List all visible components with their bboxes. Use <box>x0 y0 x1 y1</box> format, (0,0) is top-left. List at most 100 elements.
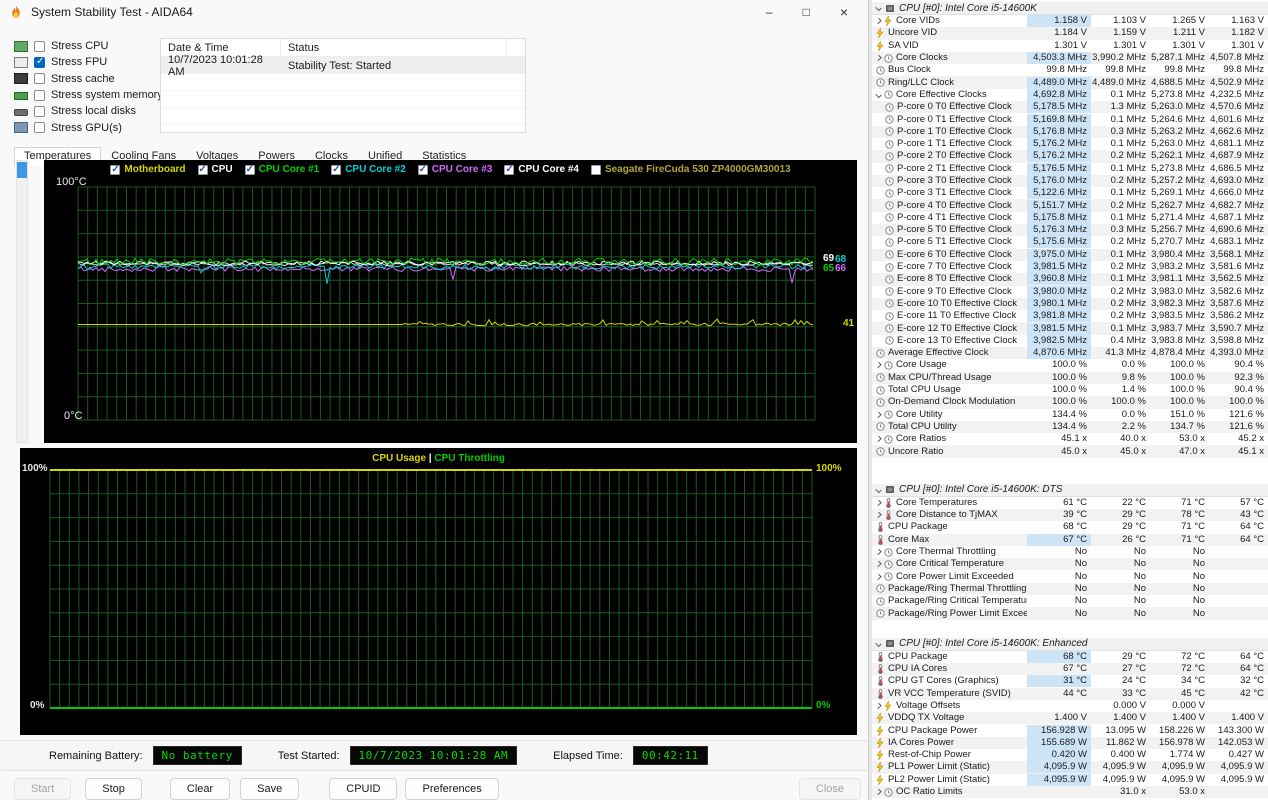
sensor-row[interactable]: Core Utility134.4 %0.0 %151.0 %121.6 % <box>872 409 1268 421</box>
chart-scale-slider[interactable] <box>16 160 28 443</box>
close-button[interactable]: × <box>840 5 848 19</box>
sensor-row[interactable]: P-core 4 T1 Effective Clock5,175.8 MHz0.… <box>872 212 1268 224</box>
stress-checkbox[interactable] <box>34 41 45 52</box>
sensor-row[interactable]: Total CPU Usage100.0 %1.4 %100.0 %90.4 % <box>872 384 1268 396</box>
sensor-row[interactable]: Core Thermal ThrottlingNoNoNo <box>872 546 1268 558</box>
sensor-row[interactable]: E-core 10 T0 Effective Clock3,980.1 MHz0… <box>872 298 1268 310</box>
sensor-row[interactable]: Voltage Offsets0.000 V0.000 V <box>872 700 1268 712</box>
cpuid-button[interactable]: CPUID <box>329 778 397 800</box>
sensor-row[interactable]: Core Power Limit ExceededNoNoNo <box>872 570 1268 582</box>
sensor-row[interactable]: P-core 0 T0 Effective Clock5,178.5 MHz1.… <box>872 101 1268 113</box>
maximize-button[interactable]: □ <box>803 5 810 19</box>
sensor-row[interactable]: Core Temperatures61 °C22 °C71 °C57 °C <box>872 497 1268 509</box>
legend-checkbox[interactable] <box>245 165 255 175</box>
sensor-row[interactable]: Core VIDs1.158 V1.103 V1.265 V1.163 V <box>872 15 1268 27</box>
sensor-row[interactable]: P-core 1 T1 Effective Clock5,176.2 MHz0.… <box>872 138 1268 150</box>
sensor-row[interactable]: Core Usage100.0 %0.0 %100.0 %90.4 % <box>872 359 1268 371</box>
legend-item[interactable]: CPU Core #3 <box>418 164 493 175</box>
sensor-section-header[interactable]: CPU [#0]: Intel Core i5-14600K <box>872 2 1268 15</box>
sensor-row[interactable]: Core Max67 °C26 °C71 °C64 °C <box>872 534 1268 546</box>
chevron-down-icon[interactable] <box>875 5 881 11</box>
sensor-row[interactable]: P-core 5 T0 Effective Clock5,176.3 MHz0.… <box>872 224 1268 236</box>
legend-checkbox[interactable] <box>591 165 601 175</box>
sensor-row[interactable]: Uncore Ratio45.0 x45.0 x47.0 x45.1 x <box>872 445 1268 457</box>
titlebar[interactable]: System Stability Test - AIDA64 – □ × <box>0 0 868 20</box>
sensor-row[interactable]: P-core 3 T1 Effective Clock5,122.6 MHz0.… <box>872 187 1268 199</box>
sensor-row[interactable]: E-core 8 T0 Effective Clock3,960.8 MHz0.… <box>872 273 1268 285</box>
sensor-row[interactable]: E-core 9 T0 Effective Clock3,980.0 MHz0.… <box>872 286 1268 298</box>
sensor-row[interactable]: Bus Clock99.8 MHz99.8 MHz99.8 MHz99.8 MH… <box>872 64 1268 76</box>
legend-item[interactable]: CPU Core #4 <box>504 164 579 175</box>
sensor-row[interactable]: Package/Ring Critical TemperatureNoNoNo <box>872 595 1268 607</box>
chevron-right-icon[interactable] <box>875 500 881 506</box>
sensor-row[interactable]: OC Ratio Limits31.0 x53.0 x <box>872 786 1268 798</box>
legend-checkbox[interactable] <box>110 165 120 175</box>
save-button[interactable]: Save <box>240 778 299 800</box>
sensor-row[interactable]: Core Ratios45.1 x40.0 x53.0 x45.2 x <box>872 433 1268 445</box>
chevron-right-icon[interactable] <box>875 703 881 709</box>
sensor-row[interactable]: E-core 11 T0 Effective Clock3,981.8 MHz0… <box>872 310 1268 322</box>
stress-option-gpu[interactable]: Stress GPU(s) <box>14 119 146 135</box>
sensor-row[interactable]: Core Critical TemperatureNoNoNo <box>872 558 1268 570</box>
chevron-down-icon[interactable] <box>875 92 881 98</box>
sensor-row[interactable]: P-core 5 T1 Effective Clock5,175.6 MHz0.… <box>872 236 1268 248</box>
chevron-right-icon[interactable] <box>875 411 881 417</box>
legend-checkbox[interactable] <box>504 165 514 175</box>
sensor-row[interactable]: P-core 2 T1 Effective Clock5,176.5 MHz0.… <box>872 163 1268 175</box>
minimize-button[interactable]: – <box>766 5 773 19</box>
sensor-row[interactable]: E-core 7 T0 Effective Clock3,981.5 MHz0.… <box>872 261 1268 273</box>
log-row[interactable]: 10/7/2023 10:01:28 AM Stability Test: St… <box>161 57 525 74</box>
legend-item[interactable]: Motherboard <box>110 164 185 175</box>
stress-checkbox[interactable] <box>34 122 45 133</box>
sensor-row[interactable]: P-core 2 T0 Effective Clock5,176.2 MHz0.… <box>872 150 1268 162</box>
sensor-row[interactable]: P-core 3 T0 Effective Clock5,176.0 MHz0.… <box>872 175 1268 187</box>
sensor-row[interactable]: P-core 0 T1 Effective Clock5,169.8 MHz0.… <box>872 113 1268 125</box>
stop-button[interactable]: Stop <box>85 778 142 800</box>
sensor-row[interactable]: CPU GT Cores (Graphics)31 °C24 °C34 °C32… <box>872 675 1268 687</box>
sensor-row[interactable]: VR VCC Temperature (SVID)44 °C33 °C45 °C… <box>872 688 1268 700</box>
chevron-right-icon[interactable] <box>875 436 881 442</box>
legend-item[interactable]: CPU Core #2 <box>331 164 406 175</box>
stress-option-cpu[interactable]: Stress CPU <box>14 38 146 54</box>
chevron-right-icon[interactable] <box>875 573 881 579</box>
sensor-row[interactable]: Total CPU Utility134.4 %2.2 %134.7 %121.… <box>872 421 1268 433</box>
sensor-row[interactable]: E-core 6 T0 Effective Clock3,975.0 MHz0.… <box>872 249 1268 261</box>
sensor-row[interactable]: Ring/LLC Clock4,489.0 MHz4,489.0 MHz4,68… <box>872 76 1268 88</box>
legend-item[interactable]: CPU Core #1 <box>245 164 320 175</box>
chevron-right-icon[interactable] <box>875 549 881 555</box>
chart-scale-slider-thumb[interactable] <box>17 162 27 178</box>
clear-button[interactable]: Clear <box>170 778 230 800</box>
sensor-row[interactable]: VDDQ TX Voltage1.400 V1.400 V1.400 V1.40… <box>872 712 1268 724</box>
preferences-button[interactable]: Preferences <box>405 778 498 800</box>
sensor-row[interactable]: CPU IA Cores67 °C27 °C72 °C64 °C <box>872 663 1268 675</box>
sensor-row[interactable]: PL1 Power Limit (Static)4,095.9 W4,095.9… <box>872 761 1268 773</box>
sensor-row[interactable]: Max CPU/Thread Usage100.0 %9.8 %100.0 %9… <box>872 372 1268 384</box>
legend-checkbox[interactable] <box>198 165 208 175</box>
sensor-row[interactable]: P-core 4 T0 Effective Clock5,151.7 MHz0.… <box>872 199 1268 211</box>
stress-option-cache[interactable]: Stress cache <box>14 71 146 87</box>
chevron-right-icon[interactable] <box>875 789 881 795</box>
sensor-section-header[interactable]: CPU [#0]: Intel Core i5-14600K: DTS <box>872 484 1268 497</box>
chevron-right-icon[interactable] <box>875 561 881 567</box>
legend-item[interactable]: Seagate FireCuda 530 ZP4000GM30013 <box>591 164 791 175</box>
sensor-row[interactable]: PL2 Power Limit (Static)4,095.9 W4,095.9… <box>872 774 1268 786</box>
chevron-right-icon[interactable] <box>875 18 881 24</box>
sensor-row[interactable]: Average Effective Clock4,870.6 MHz41.3 M… <box>872 347 1268 359</box>
stress-checkbox[interactable] <box>34 73 45 84</box>
sensor-section-header[interactable]: CPU [#0]: Intel Core i5-14600K: Enhanced <box>872 638 1268 651</box>
chevron-right-icon[interactable] <box>875 512 881 518</box>
sensor-row[interactable]: Core Distance to TjMAX39 °C29 °C78 °C43 … <box>872 509 1268 521</box>
sensor-row[interactable]: CPU Package68 °C29 °C72 °C64 °C <box>872 651 1268 663</box>
stress-option-disk[interactable]: Stress local disks <box>14 103 146 119</box>
stress-option-fpu[interactable]: Stress FPU <box>14 54 146 70</box>
sensor-row[interactable]: SA VID1.301 V1.301 V1.301 V1.301 V <box>872 40 1268 52</box>
stress-checkbox[interactable] <box>34 90 45 101</box>
sensor-row[interactable]: Package/Ring Thermal ThrottlingNoNoNo <box>872 583 1268 595</box>
sensor-row[interactable]: Uncore VID1.184 V1.159 V1.211 V1.182 V <box>872 27 1268 39</box>
stress-option-memory[interactable]: Stress system memory <box>14 87 146 103</box>
log-col-status[interactable]: Status <box>281 39 507 56</box>
sensor-row[interactable]: On-Demand Clock Modulation100.0 %100.0 %… <box>872 396 1268 408</box>
chevron-right-icon[interactable] <box>875 362 881 368</box>
sensor-row[interactable]: Core Clocks4,503.3 MHz3,990.2 MHz5,287.1… <box>872 52 1268 64</box>
sensor-row[interactable]: E-core 12 T0 Effective Clock3,981.5 MHz0… <box>872 322 1268 334</box>
